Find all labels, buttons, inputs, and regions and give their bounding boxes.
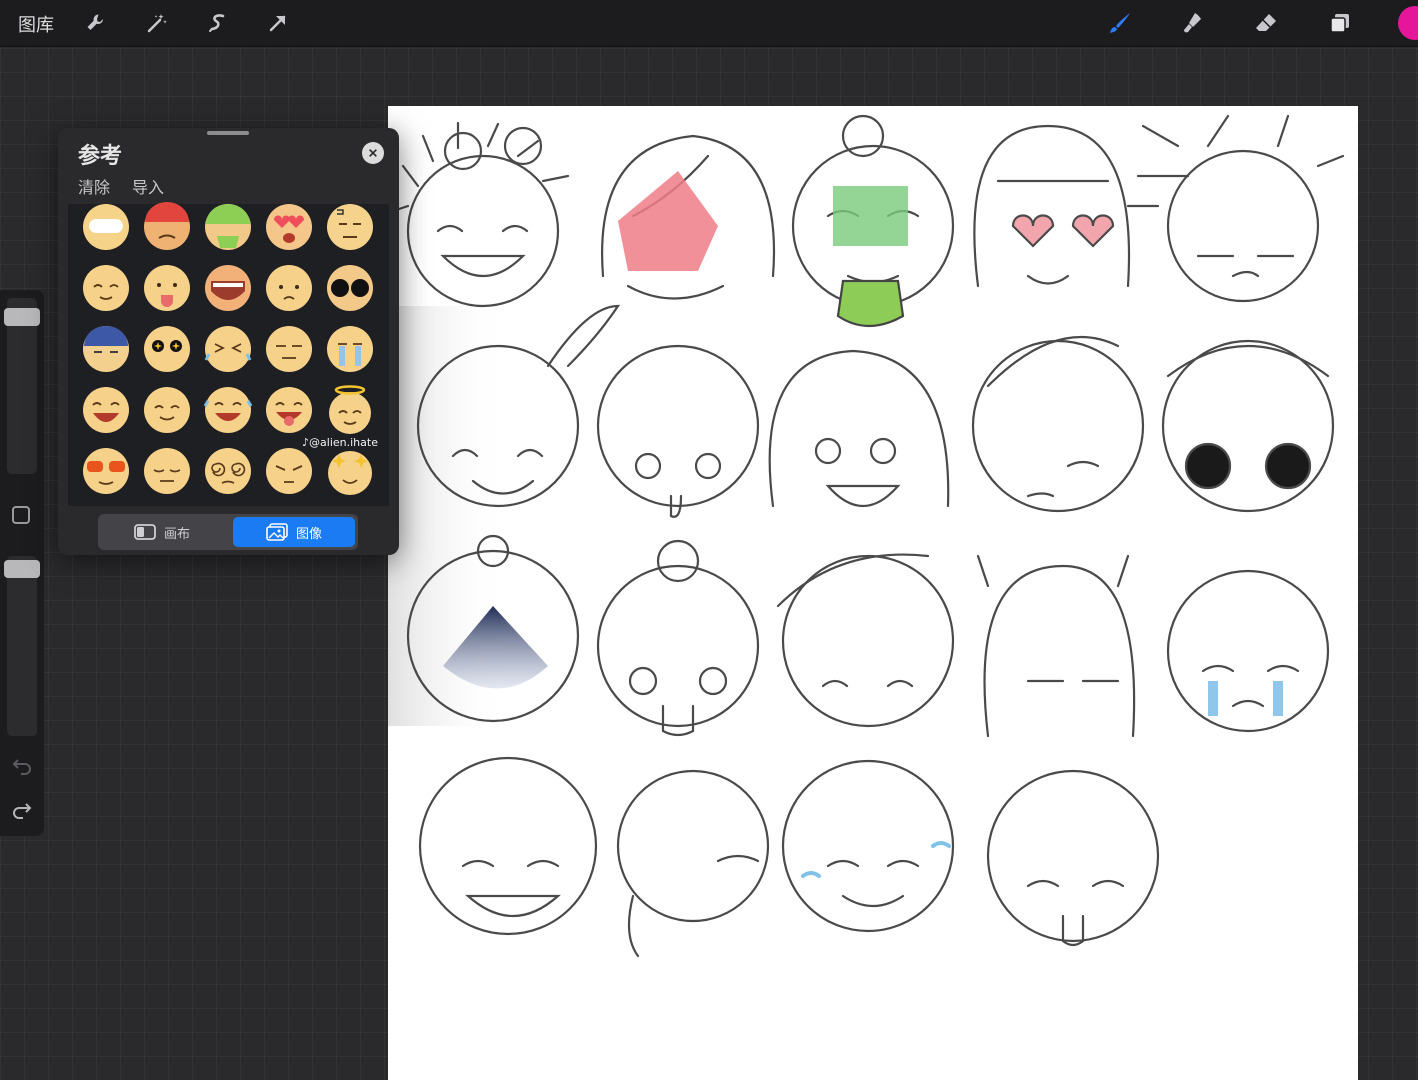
panel-title: 参考 [78,144,123,169]
sketch-face-19 [986,769,1160,947]
emoji-laugh-tears [203,385,253,435]
sketch-face-8 [768,349,950,508]
brush-size-slider[interactable] [4,308,40,326]
canvas-mode-button[interactable]: 画布 [101,517,223,547]
canvas-mode-icon [134,524,156,540]
undo-icon[interactable] [9,752,35,778]
emoji-crying-tears [325,324,375,374]
eraser-icon[interactable] [1250,7,1282,39]
emoji-green-sick [203,202,253,252]
sketch-tears [1208,681,1283,716]
emoji-content-smile [81,263,131,313]
sketch-blush-red [618,171,718,271]
sketch-green-drool [836,279,905,327]
opacity-track[interactable] [7,556,37,736]
layers-icon[interactable] [1324,7,1356,39]
emoji-sunglasses-dark [325,263,375,313]
emoji-red-angry [142,202,192,252]
import-button[interactable]: 导入 [132,174,164,198]
sketch-face-10 [1161,339,1335,513]
emoji-star-eyes [142,324,192,374]
reference-panel: 参考 清除 导入 ♪@alien.ihate 画布 图像 [58,128,399,555]
modify-button[interactable] [12,506,30,524]
emoji-cool-shades [81,446,131,496]
top-toolbar: 图库 [0,0,1418,47]
sketch-face-7 [596,344,760,518]
brush-icon[interactable] [1104,7,1136,39]
emoji-squint-cry [203,324,253,374]
emoji-neutral-line [264,324,314,374]
emoji-sleepy [142,446,192,496]
wrench-icon[interactable] [80,7,112,39]
sketch-face-18 [781,759,955,933]
reference-mode-toggle: 画布 图像 [98,514,358,550]
image-mode-icon [266,523,288,541]
emoji-grinning-white-eyes [81,202,131,252]
magic-wand-icon[interactable] [141,7,173,39]
drawing-canvas[interactable] [388,106,1358,1080]
sketch-face-13 [776,553,955,728]
side-toolbar [0,290,44,836]
emoji-heart-eyes [264,202,314,252]
panel-grabber[interactable] [207,131,249,135]
reference-image: ♪@alien.ihate [68,202,389,506]
canvas-mode-label: 画布 [163,526,190,542]
sketch-artwork [388,114,1345,958]
sketch-face-5 [1126,114,1345,303]
sketch-face-17 [616,769,770,958]
sketch-face-9 [971,335,1145,513]
emoji-tongue-laugh [264,385,314,435]
transform-arrow-icon[interactable] [262,7,294,39]
selection-icon[interactable] [202,7,234,39]
gallery-button[interactable]: 图库 [18,11,54,37]
close-button[interactable] [362,142,384,164]
emoji-big-mouth-open [203,263,253,313]
image-mode-button[interactable]: 图像 [233,517,355,547]
emoji-suspicious [264,446,314,496]
emoji-blue-scared [81,324,131,374]
redo-icon[interactable] [9,796,35,822]
close-icon [369,149,377,157]
emoji-sparkle-smile [325,446,375,496]
emoji-dizzy-swirl [203,446,253,496]
sketch-green-face [833,186,908,246]
emoji-confused-scribble [325,202,375,252]
sketch-blue-tears [801,841,951,878]
emoji-angel-halo [325,385,375,435]
emoji-tongue-out [142,263,192,313]
opacity-slider[interactable] [4,560,40,578]
sketch-face-1 [391,121,570,308]
sketch-face-16 [418,756,598,936]
sketch-face-12 [596,539,760,737]
emoji-laughing-open [81,385,131,435]
color-swatch[interactable] [1398,6,1418,40]
emoji-sad-small [264,263,314,313]
sketch-face-4 [973,124,1131,288]
clear-button[interactable]: 清除 [78,174,110,198]
sketch-face-15 [1166,569,1330,733]
sketch-face-14 [976,554,1136,738]
emoji-calm-smile [142,385,192,435]
smudge-icon[interactable] [1177,7,1209,39]
image-mode-label: 图像 [295,526,322,542]
